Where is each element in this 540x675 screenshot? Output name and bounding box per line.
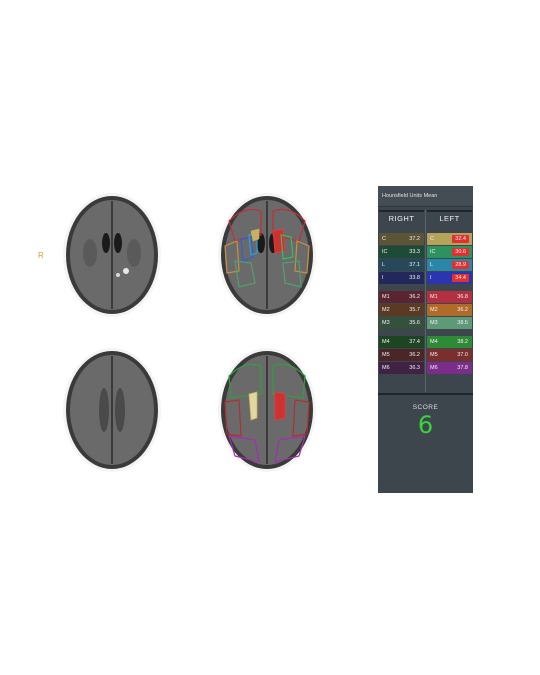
left-column: LEFT C 32.4 IC 30.6 L 28.9 I 34.4 M1 36.8 M2 36.2 M3… <box>427 210 472 375</box>
region-hu-value: 36.2 <box>409 294 420 300</box>
side-marker-right: R <box>38 251 44 260</box>
region-label: M1 <box>430 294 438 300</box>
region-label: M6 <box>430 365 438 371</box>
region-hu-value: 37.8 <box>457 365 468 371</box>
region-label: I <box>430 275 432 281</box>
left-region-row: M5 37.0 <box>427 349 472 361</box>
region-label: IC <box>382 249 388 255</box>
ct-scan-lower-segmented <box>218 348 316 472</box>
region-hu-value: 36.2 <box>409 352 420 358</box>
region-label: M2 <box>430 307 438 313</box>
right-region-row: M1 36.2 <box>379 291 424 303</box>
right-column: RIGHT C 37.2 IC 33.3 L 37.1 I 33.8 M1 36.2 M2 35.7 M… <box>379 210 424 375</box>
left-region-row: I 34.4 <box>427 272 472 284</box>
region-label: C <box>430 236 434 242</box>
region-label: M4 <box>430 339 438 345</box>
right-region-row: M5 36.2 <box>379 349 424 361</box>
left-region-list: C 32.4 IC 30.6 L 28.9 I 34.4 M1 36.8 M2 36.2 M3 38.5 M… <box>427 233 472 374</box>
region-hu-value: 37.2 <box>409 236 420 242</box>
right-region-row: M3 35.6 <box>379 317 424 329</box>
left-region-row: M1 36.8 <box>427 291 472 303</box>
region-label: I <box>382 275 384 281</box>
left-region-row: M3 38.5 <box>427 317 472 329</box>
left-region-row: C 32.4 <box>427 233 472 245</box>
region-hu-value: 33.3 <box>409 249 420 255</box>
region-hu-value: 35.6 <box>409 320 420 326</box>
region-label: M2 <box>382 307 390 313</box>
score-value: 6 <box>417 411 434 439</box>
right-region-row: L 37.1 <box>379 259 424 271</box>
region-hu-value: 36.8 <box>457 294 468 300</box>
panel-title: Hounsfield Units Mean <box>378 186 473 207</box>
ct-scan-upper-segmented <box>218 193 316 317</box>
region-hu-value: 28.9 <box>452 261 469 269</box>
right-region-row: M4 37.4 <box>379 336 424 348</box>
ct-scan-lower-plain <box>63 348 161 472</box>
left-region-row: IC 30.6 <box>427 246 472 258</box>
right-region-row: I 33.8 <box>379 272 424 284</box>
column-divider <box>425 210 426 392</box>
left-region-row: L 28.9 <box>427 259 472 271</box>
ct-scan-upper-plain <box>63 193 161 317</box>
left-region-row: M2 36.2 <box>427 304 472 316</box>
region-hu-value: 38.2 <box>457 339 468 345</box>
region-label: M5 <box>430 352 438 358</box>
left-region-row: M4 38.2 <box>427 336 472 348</box>
right-region-row: M2 35.7 <box>379 304 424 316</box>
region-label: M5 <box>382 352 390 358</box>
region-hu-value: 35.7 <box>409 307 420 313</box>
region-label: IC <box>430 249 436 255</box>
region-label: M3 <box>430 320 438 326</box>
right-region-row: IC 33.3 <box>379 246 424 258</box>
hu-mean-panel: Hounsfield Units Mean RIGHT C 37.2 IC 33.3 L… <box>378 186 473 493</box>
region-hu-value: 32.4 <box>452 235 469 243</box>
region-label: C <box>382 236 386 242</box>
region-hu-value: 34.4 <box>452 274 469 282</box>
region-hu-value: 38.5 <box>457 320 468 326</box>
region-hu-value: 37.1 <box>409 262 420 268</box>
right-region-row: M6 36.3 <box>379 362 424 374</box>
score-label: SCORE <box>412 404 439 411</box>
region-label: M1 <box>382 294 390 300</box>
region-hu-value: 37.4 <box>409 339 420 345</box>
region-hu-value: 33.8 <box>409 275 420 281</box>
region-label: M6 <box>382 365 390 371</box>
right-column-title: RIGHT <box>379 210 424 226</box>
region-hu-value: 37.0 <box>457 352 468 358</box>
region-hu-value: 30.6 <box>452 248 469 256</box>
region-label: M4 <box>382 339 390 345</box>
region-hu-value: 36.2 <box>457 307 468 313</box>
score-section: SCORE 6 <box>378 393 473 495</box>
left-region-row: M6 37.8 <box>427 362 472 374</box>
left-column-title: LEFT <box>427 210 472 226</box>
region-label: M3 <box>382 320 390 326</box>
right-region-row: C 37.2 <box>379 233 424 245</box>
region-hu-value: 36.3 <box>409 365 420 371</box>
region-label: L <box>382 262 386 268</box>
right-region-list: C 37.2 IC 33.3 L 37.1 I 33.8 M1 36.2 M2 35.7 M3 35.6 M… <box>379 233 424 374</box>
region-label: L <box>430 262 434 268</box>
